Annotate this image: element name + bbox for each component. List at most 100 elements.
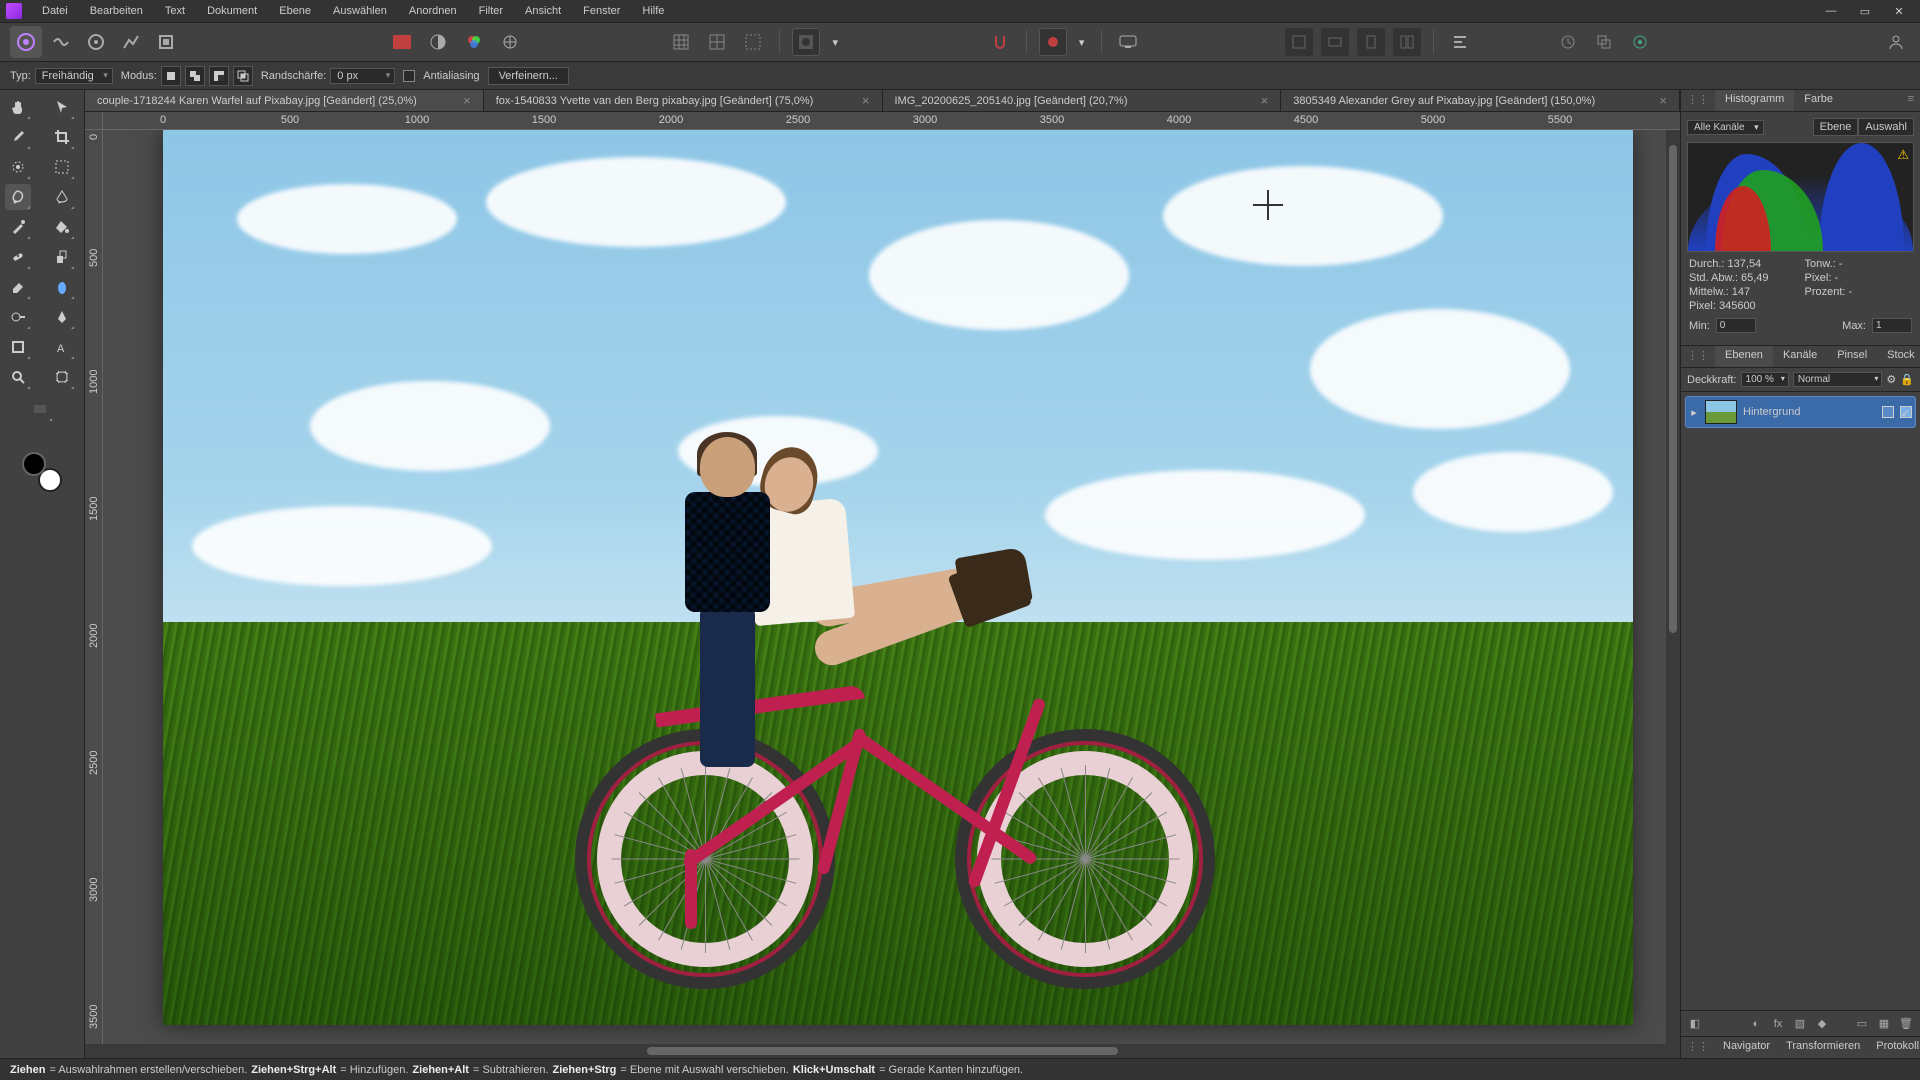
- document-tab-1[interactable]: couple-1718244 Karen Warfel auf Pixabay.…: [85, 90, 484, 111]
- menu-window[interactable]: Fenster: [573, 2, 630, 20]
- channel-select[interactable]: Alle Kanäle: [1687, 120, 1764, 135]
- text-tool[interactable]: A: [49, 334, 75, 360]
- tab-channels[interactable]: Kanäle: [1773, 346, 1827, 367]
- layer-item[interactable]: ▸ Hintergrund ✓: [1685, 396, 1916, 428]
- blendmode-select[interactable]: Normal: [1793, 372, 1883, 387]
- mesh-tool[interactable]: [49, 364, 75, 390]
- mode-new-button[interactable]: [161, 66, 181, 86]
- zoom-tool[interactable]: [5, 364, 31, 390]
- group-icon[interactable]: ▭: [1854, 1016, 1870, 1032]
- lasso-tool[interactable]: [5, 184, 31, 210]
- grid-2-button[interactable]: [703, 28, 731, 56]
- assistant-button[interactable]: [1039, 28, 1067, 56]
- document-canvas[interactable]: [163, 130, 1633, 1025]
- gear-icon[interactable]: ⚙: [1886, 373, 1896, 386]
- layer-expand-icon[interactable]: ▸: [1689, 406, 1699, 419]
- vertical-ruler[interactable]: 0500100015002000250030003500: [85, 130, 103, 1044]
- ruler-origin[interactable]: [85, 112, 103, 129]
- antialias-checkbox[interactable]: [403, 70, 415, 82]
- pen-tool[interactable]: [49, 304, 75, 330]
- preview-button[interactable]: [1114, 28, 1142, 56]
- persona-export[interactable]: [150, 26, 182, 58]
- sync-2-button[interactable]: [1590, 28, 1618, 56]
- menu-view[interactable]: Ansicht: [515, 2, 571, 20]
- grid-1-button[interactable]: [667, 28, 695, 56]
- foreground-color-swatch[interactable]: [22, 452, 46, 476]
- menu-arrange[interactable]: Anordnen: [399, 2, 467, 20]
- layer-lock-checkbox[interactable]: [1882, 406, 1894, 418]
- persona-photo[interactable]: [10, 26, 42, 58]
- snap-button[interactable]: [986, 28, 1014, 56]
- erase-tool[interactable]: [5, 274, 31, 300]
- tab-stock[interactable]: Stock: [1877, 346, 1920, 367]
- layer-thumbnail[interactable]: [1705, 400, 1737, 424]
- tab-color[interactable]: Farbe: [1794, 90, 1843, 111]
- panel-grip-icon[interactable]: ⋮⋮: [1681, 1037, 1715, 1058]
- arrange-2-button[interactable]: [1321, 28, 1349, 56]
- maximize-button[interactable]: ▭: [1850, 1, 1880, 21]
- account-button[interactable]: [1882, 28, 1910, 56]
- mode-add-button[interactable]: [185, 66, 205, 86]
- extra-tool[interactable]: [27, 396, 53, 422]
- tab-history[interactable]: Protokoll: [1868, 1037, 1920, 1058]
- tab-transform[interactable]: Transformieren: [1778, 1037, 1868, 1058]
- assistant-dropdown[interactable]: ▾: [1075, 28, 1089, 56]
- fx-icon[interactable]: fx: [1770, 1016, 1786, 1032]
- adjustment-icon[interactable]: ◐: [1748, 1016, 1764, 1032]
- smudge-tool[interactable]: [49, 274, 75, 300]
- warning-icon[interactable]: ⚠: [1897, 147, 1909, 163]
- color-picker-tool[interactable]: [5, 124, 31, 150]
- document-tab-4[interactable]: 3805349 Alexander Grey auf Pixabay.jpg […: [1281, 90, 1680, 111]
- delete-layer-icon[interactable]: 🗑: [1898, 1016, 1914, 1032]
- layer-visible-checkbox[interactable]: ✓: [1900, 406, 1912, 418]
- crop-tool[interactable]: [49, 124, 75, 150]
- tab-close-icon[interactable]: ×: [1659, 93, 1667, 108]
- menu-select[interactable]: Auswählen: [323, 2, 397, 20]
- tab-close-icon[interactable]: ×: [463, 93, 471, 108]
- document-tab-3[interactable]: IMG_20200625_205140.jpg [Geändert] (20,7…: [883, 90, 1282, 111]
- autowb-button[interactable]: [496, 28, 524, 56]
- mode-subtract-button[interactable]: [209, 66, 229, 86]
- healing-tool[interactable]: [5, 244, 31, 270]
- antialias-field[interactable]: Antialiasing: [403, 70, 479, 82]
- layer-list[interactable]: ▸ Hintergrund ✓: [1681, 392, 1920, 1010]
- autocontrast-button[interactable]: [424, 28, 452, 56]
- grid-3-button[interactable]: [739, 28, 767, 56]
- persona-develop[interactable]: [80, 26, 112, 58]
- histo-tab-layer[interactable]: Ebene: [1813, 118, 1859, 136]
- menu-layer[interactable]: Ebene: [269, 2, 321, 20]
- close-button[interactable]: ✕: [1884, 1, 1914, 21]
- tab-histogram[interactable]: Histogramm: [1715, 90, 1794, 111]
- horizontal-scrollbar[interactable]: [85, 1044, 1680, 1058]
- tag-icon[interactable]: ◆: [1814, 1016, 1830, 1032]
- arrange-3-button[interactable]: [1357, 28, 1385, 56]
- menu-filter[interactable]: Filter: [469, 2, 513, 20]
- sync-1-button[interactable]: [1554, 28, 1582, 56]
- sync-3-button[interactable]: [1626, 28, 1654, 56]
- arrange-1-button[interactable]: [1285, 28, 1313, 56]
- persona-liquify[interactable]: [45, 26, 77, 58]
- scrollbar-thumb[interactable]: [1669, 145, 1677, 632]
- brush-tool[interactable]: [5, 214, 31, 240]
- persona-tone[interactable]: [115, 26, 147, 58]
- autocolors-button[interactable]: [460, 28, 488, 56]
- scrollbar-thumb[interactable]: [647, 1047, 1117, 1055]
- hand-tool[interactable]: [5, 94, 31, 120]
- max-input[interactable]: [1872, 318, 1912, 333]
- opacity-select[interactable]: 100 %: [1741, 372, 1789, 387]
- canvas-viewport[interactable]: [103, 130, 1680, 1044]
- feather-input[interactable]: 0 px: [330, 68, 395, 84]
- autolevels-button[interactable]: [388, 28, 416, 56]
- panel-menu-icon[interactable]: ≡: [1902, 90, 1920, 111]
- mask-icon[interactable]: ◧: [1687, 1016, 1703, 1032]
- refine-button[interactable]: Verfeinern...: [488, 67, 569, 85]
- panel-grip-icon[interactable]: ⋮⋮: [1681, 346, 1715, 367]
- crop-layer-icon[interactable]: ▧: [1792, 1016, 1808, 1032]
- min-input[interactable]: [1716, 318, 1756, 333]
- menu-document[interactable]: Dokument: [197, 2, 267, 20]
- menu-help[interactable]: Hilfe: [632, 2, 674, 20]
- menu-edit[interactable]: Bearbeiten: [80, 2, 153, 20]
- minimize-button[interactable]: —: [1816, 1, 1846, 21]
- tab-close-icon[interactable]: ×: [1261, 93, 1269, 108]
- document-tab-2[interactable]: fox-1540833 Yvette van den Berg pixabay.…: [484, 90, 883, 111]
